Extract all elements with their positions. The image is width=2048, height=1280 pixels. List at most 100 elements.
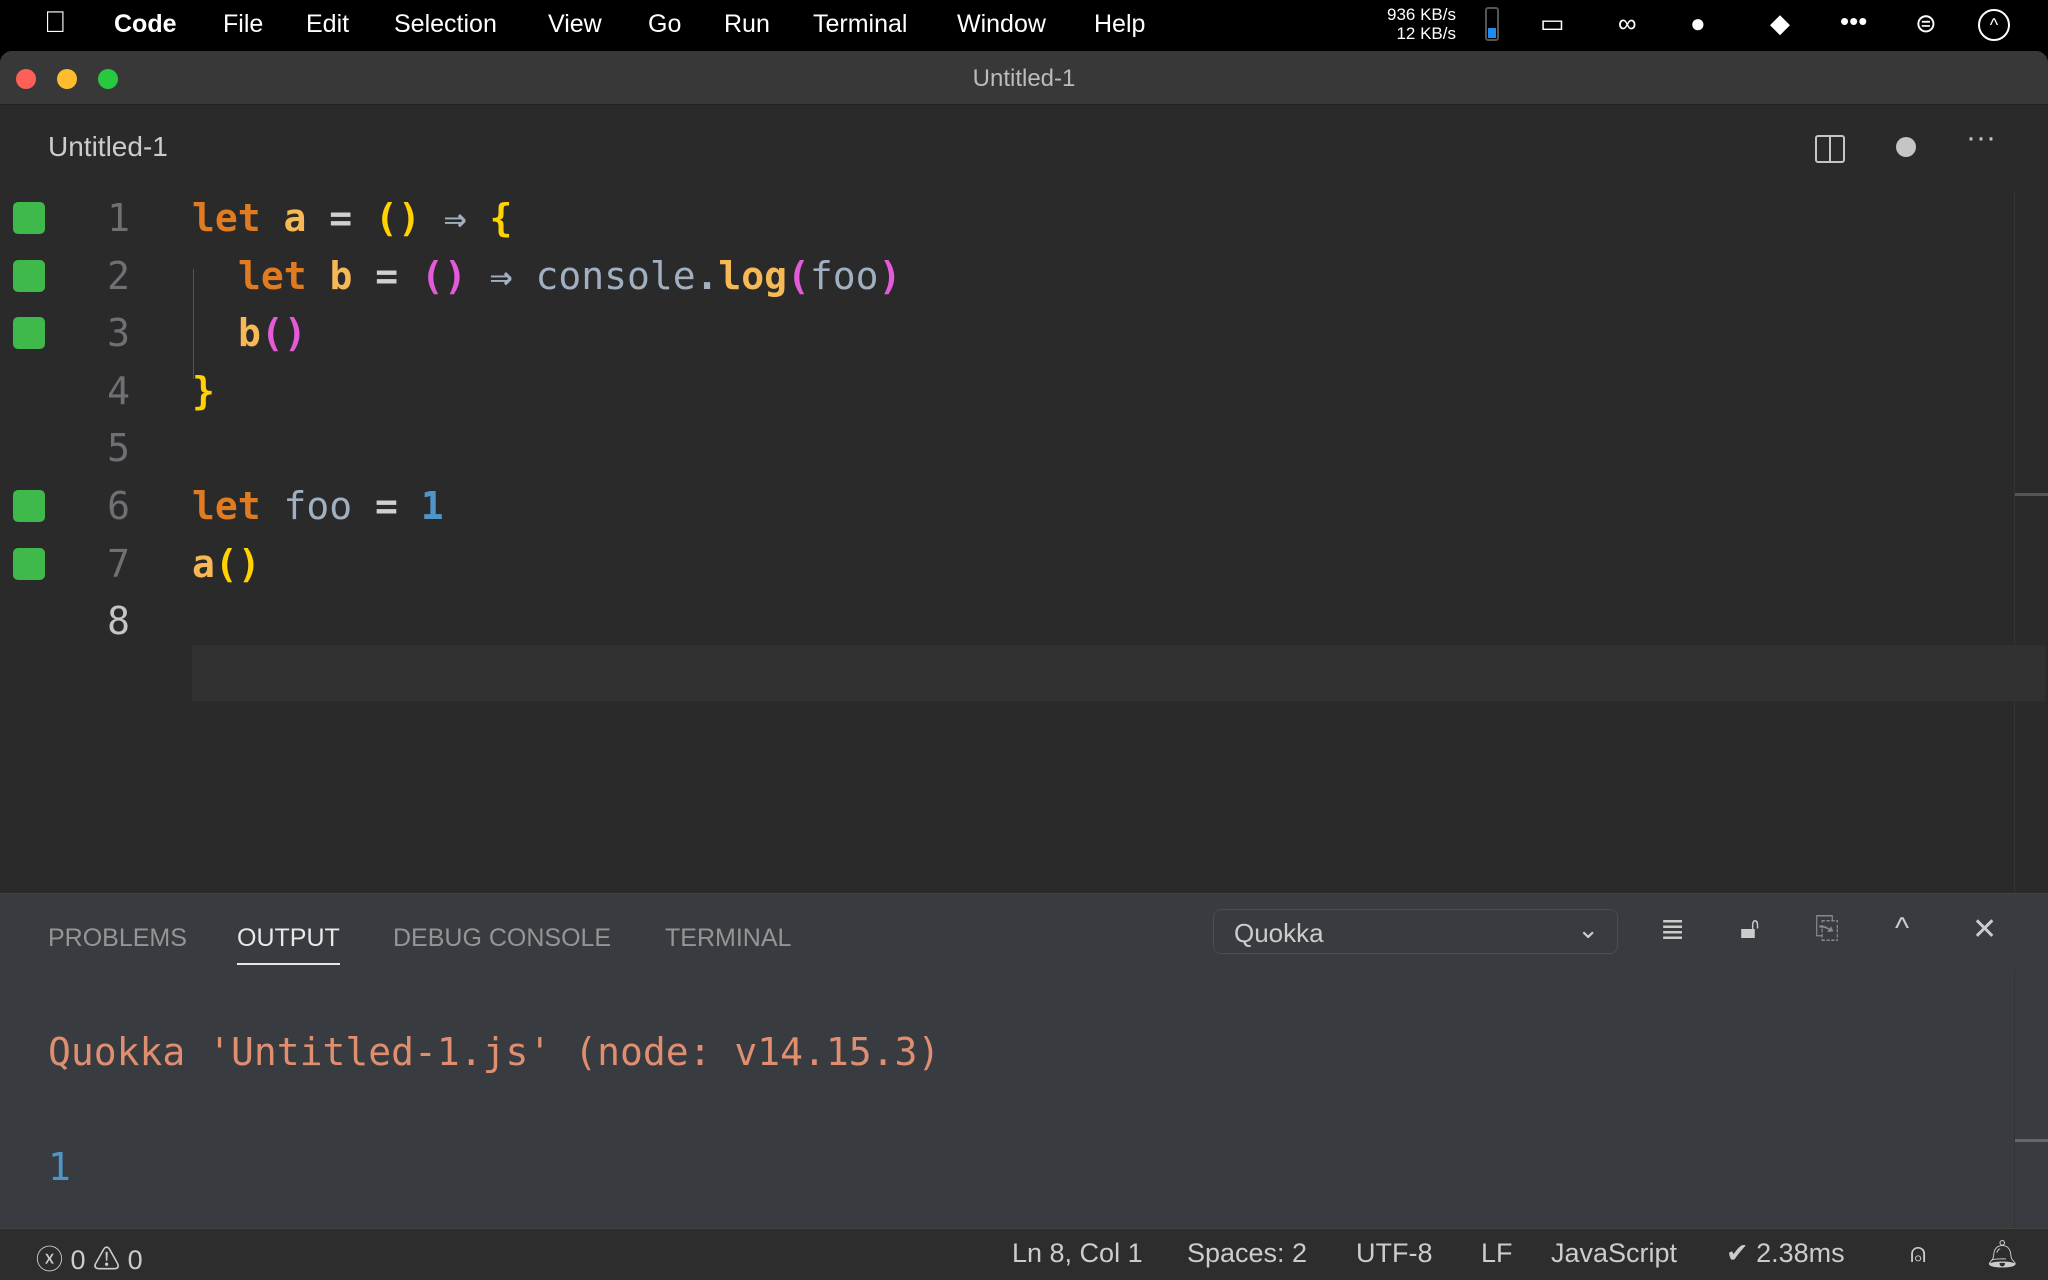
open-output-file-icon[interactable]: ⎘ bbox=[1815, 912, 1839, 946]
coverage-marker bbox=[13, 490, 45, 522]
token: foo bbox=[809, 253, 879, 298]
warning-icon: ⚠ bbox=[93, 1245, 121, 1275]
token: b bbox=[238, 311, 261, 356]
token: () bbox=[398, 253, 467, 298]
token: a bbox=[192, 541, 215, 586]
battery-charging-icon[interactable]: ▭ bbox=[1540, 8, 1565, 39]
coverage-marker bbox=[13, 259, 45, 292]
net-up: 12 KB/s bbox=[1396, 24, 1456, 43]
token: () bbox=[214, 541, 261, 586]
net-down: 936 KB/s bbox=[1387, 5, 1456, 24]
error-icon: ⓧ bbox=[36, 1245, 63, 1275]
feedback-icon[interactable]: ⍝ bbox=[1910, 1238, 1926, 1270]
code-line-3: 3 b() bbox=[0, 305, 2048, 362]
token: = bbox=[352, 253, 399, 298]
warning-count: 0 bbox=[127, 1245, 143, 1275]
control-center-icon[interactable]: ⊜ bbox=[1915, 8, 1937, 39]
menu-run[interactable]: Run bbox=[724, 10, 770, 39]
close-panel-icon[interactable]: ✕ bbox=[1972, 912, 1997, 947]
code-line-4: 4 } bbox=[0, 363, 2048, 420]
wechat-icon[interactable]: ● bbox=[1690, 8, 1706, 39]
indentation[interactable]: Spaces: 2 bbox=[1187, 1238, 1307, 1269]
tab-problems[interactable]: PROBLEMS bbox=[48, 924, 187, 953]
line-number: 3 bbox=[107, 311, 130, 356]
line-number: 6 bbox=[107, 484, 130, 528]
menu-window[interactable]: Window bbox=[957, 10, 1046, 39]
split-editor-icon[interactable] bbox=[1815, 135, 1845, 163]
menu-terminal[interactable]: Terminal bbox=[813, 10, 907, 39]
battery-level-icon[interactable] bbox=[1485, 7, 1499, 41]
problems-status[interactable]: ⓧ 0 ⚠ 0 bbox=[36, 1238, 143, 1277]
menu-bar:  Code File Edit Selection View Go Run T… bbox=[0, 0, 2048, 50]
cursor-position[interactable]: Ln 8, Col 1 bbox=[1012, 1238, 1143, 1269]
coverage-marker bbox=[13, 547, 45, 580]
vscode-window: Untitled-1 Untitled-1 ··· 1 let a = () ⇒… bbox=[0, 51, 2048, 1280]
tab-terminal[interactable]: TERMINAL bbox=[665, 924, 791, 953]
unlock-scroll-icon[interactable]: 🔓︎ bbox=[1740, 912, 1759, 946]
token: () bbox=[352, 196, 421, 240]
token: = bbox=[306, 196, 353, 240]
chevron-up-circle-icon[interactable]: ^ bbox=[1978, 9, 2010, 41]
output-channel-value: Quokka bbox=[1234, 918, 1324, 948]
code-line-1: 1 let a = () ⇒ { bbox=[0, 190, 2048, 247]
bottom-panel: PROBLEMS OUTPUT DEBUG CONSOLE TERMINAL Q… bbox=[0, 893, 2048, 1229]
current-line-highlight bbox=[192, 645, 2045, 701]
tab-output[interactable]: OUTPUT bbox=[237, 924, 340, 965]
notifications-bell-icon[interactable]: 🔔︎ bbox=[1985, 1238, 2019, 1270]
token: let bbox=[192, 196, 261, 240]
unsaved-dot-icon[interactable] bbox=[1896, 137, 1916, 157]
token: } bbox=[192, 368, 215, 413]
code-line-8: 8 bbox=[0, 593, 2048, 650]
line-number: 7 bbox=[107, 541, 130, 586]
more-actions-icon[interactable]: ··· bbox=[1966, 121, 1996, 155]
window-title: Untitled-1 bbox=[972, 65, 1076, 92]
token: = bbox=[352, 484, 398, 528]
line-number: 1 bbox=[107, 196, 130, 240]
menu-app-name[interactable]: Code bbox=[114, 10, 177, 39]
code-line-5: 5 bbox=[0, 420, 2048, 477]
token: ( bbox=[787, 253, 810, 298]
quokka-status[interactable]: ✔ 2.38ms bbox=[1726, 1238, 1845, 1269]
token: { bbox=[466, 196, 513, 240]
line-number: 8 bbox=[107, 599, 130, 644]
app-cube-icon[interactable]: ◆ bbox=[1770, 8, 1790, 39]
line-number: 2 bbox=[107, 253, 130, 298]
code-line-2: 2 let b = () ⇒ console. log(foo) bbox=[0, 248, 2048, 305]
token: ⇒ bbox=[466, 253, 513, 298]
code-line-6: 6 let foo = 1 bbox=[0, 478, 2048, 535]
token: b bbox=[306, 253, 353, 298]
more-icon[interactable]: ••• bbox=[1840, 6, 1867, 37]
menu-help[interactable]: Help bbox=[1094, 10, 1145, 39]
end-of-line[interactable]: LF bbox=[1481, 1238, 1513, 1269]
editor-tab[interactable]: Untitled-1 bbox=[48, 131, 168, 163]
token: log bbox=[695, 253, 788, 298]
menu-view[interactable]: View bbox=[548, 10, 602, 39]
maximize-panel-icon[interactable]: ^ bbox=[1895, 912, 1909, 946]
menu-go[interactable]: Go bbox=[648, 10, 681, 39]
menu-selection[interactable]: Selection bbox=[394, 10, 497, 39]
tab-debug-console[interactable]: DEBUG CONSOLE bbox=[393, 924, 611, 953]
token: let bbox=[192, 484, 261, 528]
chevron-down-icon: ⌄ bbox=[1577, 914, 1599, 944]
coverage-marker bbox=[13, 202, 45, 234]
output-scrollbar[interactable] bbox=[2014, 969, 2048, 1229]
encoding[interactable]: UTF-8 bbox=[1356, 1238, 1433, 1269]
token: let bbox=[238, 253, 307, 298]
output-channel-select[interactable]: Quokka ⌄ bbox=[1213, 909, 1618, 954]
token: 1 bbox=[397, 484, 444, 528]
language-mode[interactable]: JavaScript bbox=[1551, 1238, 1677, 1269]
token: ⇒ bbox=[420, 196, 467, 240]
editor-tab-bar: Untitled-1 ··· bbox=[0, 105, 2048, 190]
menu-edit[interactable]: Edit bbox=[306, 10, 349, 39]
apple-icon[interactable]:  bbox=[44, 6, 67, 40]
code-editor[interactable]: 1 let a = () ⇒ { 2 let b = () ⇒ console.… bbox=[0, 190, 2048, 943]
coverage-marker bbox=[13, 317, 45, 350]
network-speed[interactable]: 936 KB/s 12 KB/s bbox=[1372, 5, 1456, 43]
clear-output-icon[interactable]: ≣ bbox=[1660, 912, 1685, 947]
code-line-7: 7 a() bbox=[0, 536, 2048, 593]
error-count: 0 bbox=[70, 1245, 86, 1275]
output-line: 1 bbox=[48, 1145, 71, 1189]
token: ) bbox=[878, 253, 902, 298]
menu-file[interactable]: File bbox=[223, 10, 263, 39]
link-icon[interactable]: ∞ bbox=[1618, 8, 1637, 39]
